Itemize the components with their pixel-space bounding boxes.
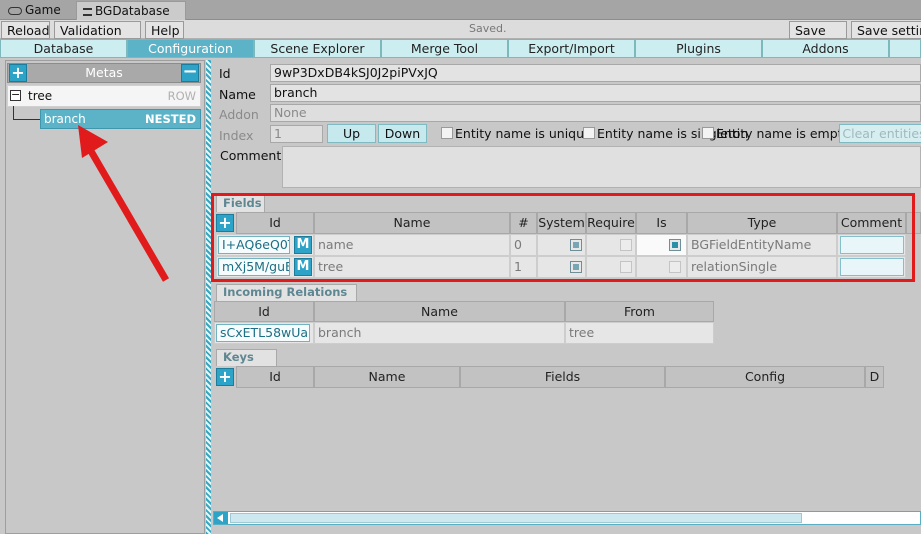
tab-overflow[interactable]	[889, 39, 921, 58]
empty-checkbox[interactable]	[702, 127, 714, 139]
tab-database[interactable]: Database	[0, 39, 127, 58]
gamepad-icon	[8, 6, 22, 15]
move-down-button[interactable]: Down	[378, 124, 427, 143]
addon-label: Addon	[219, 107, 259, 122]
clear-entities-button[interactable]: Clear entities	[839, 124, 921, 143]
help-button[interactable]: Help	[145, 21, 184, 39]
list-icon	[83, 7, 92, 16]
empty-label: Entity name is empty	[716, 126, 850, 141]
keys-tab: Keys	[216, 349, 277, 366]
tab-scene-explorer[interactable]: Scene Explorer	[254, 39, 381, 58]
toolbar: Reload Validation off Help Saved. Save A…	[0, 20, 921, 53]
plus-icon: +	[11, 63, 25, 82]
save-all-button[interactable]: Save All	[789, 21, 847, 53]
addon-field: None	[270, 104, 921, 122]
col-id: Id	[214, 301, 314, 322]
index-field: 1	[270, 125, 323, 143]
metas-header: Metas	[7, 63, 201, 83]
tab-configuration[interactable]: Configuration	[127, 39, 254, 58]
tab-bgdatabase[interactable]: BGDatabase	[76, 1, 186, 20]
scroll-left-icon[interactable]	[214, 512, 228, 524]
col-id: Id	[236, 366, 314, 388]
scrollbar-thumb[interactable]	[230, 513, 802, 523]
move-up-button[interactable]: Up	[327, 124, 376, 143]
meta-name: tree	[28, 89, 53, 103]
incoming-relations-table: Id Name From sCxETL58wUa branch tree	[214, 301, 714, 345]
add-meta-button[interactable]: +	[9, 64, 27, 82]
meta-item-tree[interactable]: − tree ROW	[7, 85, 201, 107]
table-row: sCxETL58wUa branch tree	[214, 322, 714, 344]
splitter[interactable]	[206, 60, 211, 534]
name-label: Name	[219, 87, 256, 102]
editor-tab-bar: Game BGDatabase	[0, 0, 921, 20]
comment-label: Comment	[220, 148, 282, 163]
keys-table: + Id Name Fields Config D	[214, 366, 884, 388]
col-d: D	[865, 366, 884, 388]
col-config: Config	[665, 366, 865, 388]
main-nav-tabs: Database Configuration Scene Explorer Me…	[0, 39, 921, 58]
validation-toggle-button[interactable]: Validation off	[54, 21, 141, 53]
unique-checkbox[interactable]	[441, 127, 453, 139]
id-label: Id	[219, 66, 231, 81]
col-name: Name	[314, 301, 565, 322]
minus-icon: −	[182, 61, 198, 82]
tab-merge-tool[interactable]: Merge Tool	[381, 39, 508, 58]
tab-game[interactable]: Game	[2, 1, 67, 20]
collapse-icon[interactable]: −	[10, 89, 21, 101]
red-arrow-annotation	[78, 125, 170, 282]
incoming-relations-tab: Incoming Relations	[216, 284, 357, 301]
col-fields: Fields	[460, 366, 665, 388]
relation-id[interactable]: sCxETL58wUa	[216, 324, 310, 342]
remove-meta-button[interactable]: −	[181, 61, 199, 82]
horizontal-scrollbar[interactable]	[213, 511, 921, 525]
meta-type-badge: ROW	[167, 89, 196, 103]
index-label: Index	[219, 128, 254, 143]
tab-plugins[interactable]: Plugins	[635, 39, 762, 58]
tree-connector	[13, 106, 40, 120]
tab-addons[interactable]: Addons	[762, 39, 889, 58]
red-highlight-box	[211, 193, 915, 282]
singleton-checkbox[interactable]	[583, 127, 595, 139]
save-settings-button[interactable]: Save settings	[851, 21, 921, 39]
plus-icon: +	[218, 367, 232, 386]
name-field[interactable]: branch	[270, 84, 921, 102]
relation-from: tree	[565, 322, 714, 344]
add-key-button[interactable]: +	[216, 368, 234, 386]
unique-label: Entity name is unique	[455, 126, 592, 141]
col-from: From	[565, 301, 714, 322]
tab-export-import[interactable]: Export/Import	[508, 39, 635, 58]
reload-button[interactable]: Reload	[1, 21, 50, 39]
col-name: Name	[314, 366, 460, 388]
relation-name: branch	[314, 322, 565, 344]
comment-field[interactable]	[282, 146, 921, 188]
id-field[interactable]: 9wP3DxDB4kSJ0J2piPVxJQ	[270, 64, 921, 82]
status-text: Saved.	[469, 22, 507, 35]
